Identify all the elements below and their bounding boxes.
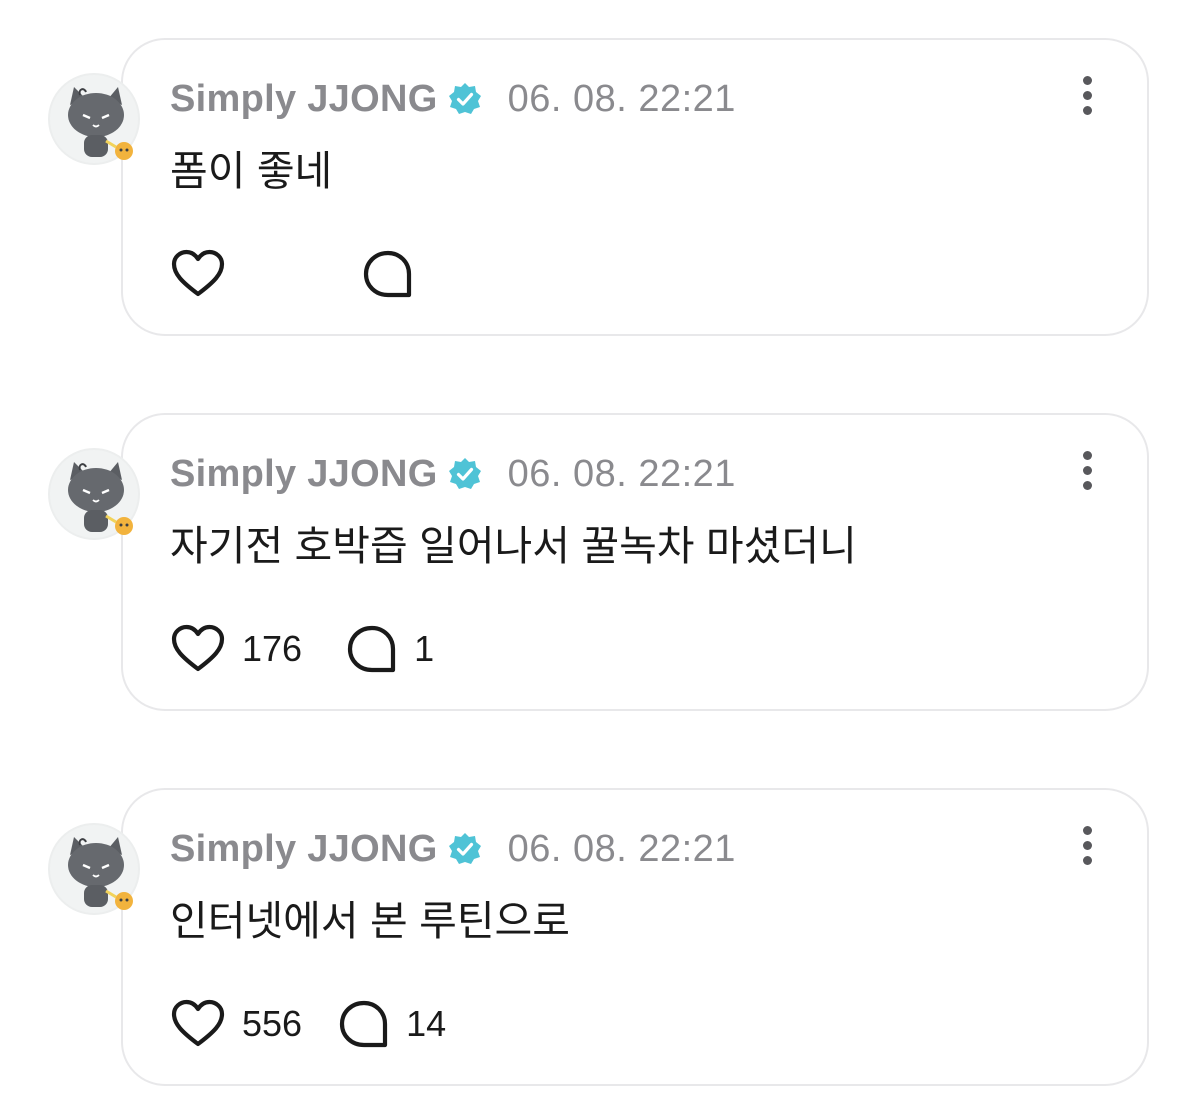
comment-feed: Simply JJONG 06. 08. 22:21 폼이 좋네 Simply … <box>0 0 1200 1120</box>
comment-item: Simply JJONG 06. 08. 22:21 폼이 좋네 <box>0 38 1200 338</box>
author-name[interactable]: Simply JJONG <box>170 828 438 871</box>
more-vertical-icon <box>1082 451 1092 460</box>
verified-badge-icon <box>448 82 482 116</box>
reply-button[interactable]: 1 <box>346 624 434 674</box>
more-options-button[interactable] <box>1067 76 1107 120</box>
reply-count: 14 <box>406 1003 447 1044</box>
avatar[interactable] <box>48 823 140 915</box>
reply-count: 1 <box>414 628 435 669</box>
reply-button[interactable] <box>362 249 430 299</box>
reply-button[interactable]: 14 <box>338 999 446 1049</box>
heart-icon <box>171 999 225 1047</box>
heart-icon <box>171 624 225 672</box>
author-name[interactable]: Simply JJONG <box>170 453 438 496</box>
more-options-button[interactable] <box>1067 451 1107 495</box>
comment-card[interactable]: Simply JJONG 06. 08. 22:21 자기전 호박즙 일어나서 … <box>121 413 1149 711</box>
comment-text: 자기전 호박즙 일어나서 꿀녹차 마셨더니 <box>170 523 857 569</box>
avatar[interactable] <box>48 448 140 540</box>
comment-actions: 176 1 <box>170 621 434 677</box>
comment-timestamp: 06. 08. 22:21 <box>507 452 736 495</box>
comment-item: Simply JJONG 06. 08. 22:21 자기전 호박즙 일어나서 … <box>0 413 1200 713</box>
comment-item: Simply JJONG 06. 08. 22:21 인터넷에서 본 루틴으로 … <box>0 788 1200 1088</box>
more-vertical-icon <box>1082 76 1092 85</box>
author-name[interactable]: Simply JJONG <box>170 78 438 121</box>
avatar[interactable] <box>48 73 140 165</box>
like-button[interactable]: 176 <box>170 624 302 674</box>
comment-text: 폼이 좋네 <box>170 148 333 194</box>
comment-text: 인터넷에서 본 루틴으로 <box>170 898 570 944</box>
comment-header: Simply JJONG 06. 08. 22:21 <box>170 449 736 499</box>
more-vertical-icon <box>1082 826 1092 835</box>
speech-bubble-icon <box>363 250 412 298</box>
comment-actions <box>170 246 430 302</box>
like-count: 176 <box>242 628 303 669</box>
speech-bubble-icon <box>347 625 396 673</box>
cat-character-icon <box>68 837 133 910</box>
verified-badge-icon <box>448 832 482 866</box>
comment-timestamp: 06. 08. 22:21 <box>507 77 736 120</box>
cat-character-icon <box>68 87 133 160</box>
more-options-button[interactable] <box>1067 826 1107 870</box>
comment-card[interactable]: Simply JJONG 06. 08. 22:21 폼이 좋네 <box>121 38 1149 336</box>
heart-icon <box>171 249 225 297</box>
comment-actions: 556 14 <box>170 996 446 1052</box>
like-button[interactable] <box>170 249 242 299</box>
speech-bubble-icon <box>339 1000 388 1048</box>
comment-timestamp: 06. 08. 22:21 <box>507 827 736 870</box>
comment-card[interactable]: Simply JJONG 06. 08. 22:21 인터넷에서 본 루틴으로 … <box>121 788 1149 1086</box>
like-count: 556 <box>242 1003 303 1044</box>
cat-character-icon <box>68 462 133 535</box>
comment-header: Simply JJONG 06. 08. 22:21 <box>170 74 736 124</box>
verified-badge-icon <box>448 457 482 491</box>
like-button[interactable]: 556 <box>170 999 302 1049</box>
comment-header: Simply JJONG 06. 08. 22:21 <box>170 824 736 874</box>
